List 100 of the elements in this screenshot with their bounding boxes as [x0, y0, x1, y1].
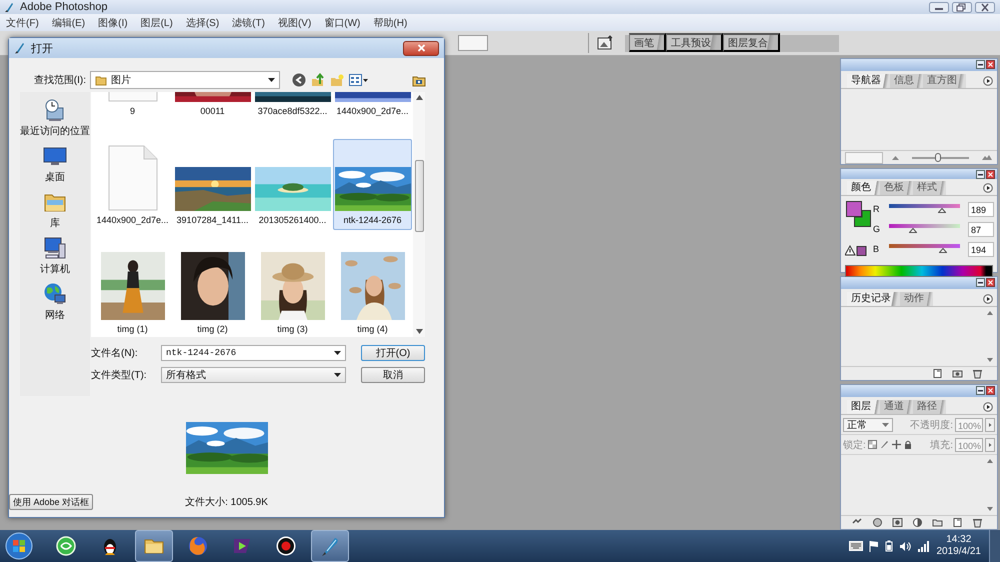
close-button[interactable] — [986, 278, 995, 287]
restore-button[interactable] — [952, 2, 972, 12]
scroll-up-icon[interactable] — [986, 310, 994, 316]
panel-tab[interactable]: 色板 — [880, 181, 913, 195]
place-item[interactable]: 最近访问的位置 — [20, 96, 90, 140]
file-item[interactable]: 00011 — [173, 92, 252, 121]
arrow-button[interactable] — [985, 418, 995, 432]
back-icon[interactable] — [292, 73, 306, 87]
file-list[interactable]: 9 00011 370ace8df5322... 1440x900_2d7e... 1440x900_2d7e... 39107284_1411... 201305261400... ntk-1244-2676 timg (1) timg (2) timg (3) timg (4) — [91, 92, 425, 337]
panel-tab[interactable]: 直方图 — [923, 74, 966, 88]
value-field[interactable]: 194 — [968, 242, 994, 256]
panel-tab[interactable]: 样式 — [913, 181, 946, 195]
zoom-in-icon[interactable] — [981, 154, 993, 161]
scroll-down-icon[interactable] — [416, 329, 422, 334]
clock-date[interactable]: 2019/4/21 — [936, 546, 981, 558]
menu-item[interactable]: 编辑(E) — [50, 14, 86, 30]
panel-tab[interactable]: 动作 — [900, 292, 933, 306]
zoom-out-icon[interactable] — [890, 154, 900, 160]
file-type-dropdown[interactable]: 所有格式 — [161, 367, 346, 383]
keyboard-icon[interactable] — [848, 541, 862, 551]
close-button[interactable] — [975, 2, 995, 12]
open-button[interactable]: 打开(O) — [361, 345, 425, 361]
file-item[interactable]: timg (2) — [173, 248, 252, 337]
palette-tab[interactable]: 工具预设 — [666, 32, 723, 52]
panel-tab[interactable]: 信息 — [890, 74, 923, 88]
cancel-button[interactable]: 取消 — [361, 367, 425, 383]
lock-icon[interactable] — [904, 440, 912, 449]
trash-icon[interactable] — [972, 517, 983, 528]
input-field[interactable] — [458, 35, 488, 51]
scroll-down-icon[interactable] — [986, 506, 994, 512]
up-folder-icon[interactable] — [311, 73, 325, 87]
scroll-down-icon[interactable] — [986, 357, 994, 363]
minimize-button[interactable] — [976, 386, 985, 395]
panel-menu-button[interactable] — [983, 76, 993, 86]
camera-icon[interactable] — [952, 368, 963, 379]
menu-item[interactable]: 滤镜(T) — [231, 14, 266, 30]
panel-tab[interactable]: 导航器 — [847, 74, 890, 88]
minimize-button[interactable] — [929, 2, 949, 12]
close-button[interactable] — [403, 40, 439, 56]
folder-icon[interactable] — [932, 517, 943, 528]
panel-tab[interactable]: 颜色 — [847, 181, 880, 195]
minimize-button[interactable] — [976, 170, 985, 179]
move-icon[interactable] — [892, 440, 901, 449]
mask-icon[interactable] — [892, 517, 903, 528]
menu-item[interactable]: 帮助(H) — [372, 14, 408, 30]
signal-icon[interactable] — [916, 540, 928, 552]
scroll-up-icon[interactable] — [416, 95, 422, 100]
value-field[interactable]: 87 — [968, 222, 994, 236]
file-item[interactable]: timg (4) — [333, 248, 412, 337]
file-name-field[interactable]: ntk-1244-2676 — [161, 345, 346, 361]
menu-item[interactable]: 窗口(W) — [323, 14, 362, 30]
palette-tab[interactable]: 图层复合 — [723, 32, 780, 52]
file-item[interactable]: 9 — [93, 92, 172, 121]
palette-tab[interactable]: 画笔 — [629, 32, 666, 52]
file-item[interactable]: 1440x900_2d7e... — [333, 92, 412, 121]
panel-menu-button[interactable] — [983, 402, 993, 412]
adjustment-icon[interactable] — [912, 517, 923, 528]
file-item[interactable]: timg (1) — [93, 248, 172, 337]
location-dropdown[interactable]: 图片 — [90, 71, 280, 89]
slider-thumb[interactable] — [934, 152, 941, 162]
brush-icon[interactable] — [880, 440, 889, 449]
value-field[interactable]: 189 — [968, 202, 994, 216]
menu-item[interactable]: 视图(V) — [276, 14, 312, 30]
arrow-button[interactable] — [985, 438, 995, 452]
clock-time[interactable]: 14:32 — [946, 534, 972, 546]
battery-icon[interactable] — [884, 540, 892, 552]
file-item[interactable]: 1440x900_2d7e... — [93, 139, 172, 230]
place-item[interactable]: 库 — [20, 188, 90, 232]
file-item[interactable]: 370ace8df5322... — [253, 92, 332, 121]
file-item[interactable]: 201305261400... — [253, 139, 332, 230]
effects-icon[interactable] — [872, 517, 883, 528]
foreground-swatch[interactable] — [846, 201, 862, 217]
panel-tab[interactable]: 历史记录 — [847, 292, 900, 306]
color-spectrum[interactable] — [845, 265, 993, 277]
menu-item[interactable]: 图像(I) — [97, 14, 129, 30]
menu-item[interactable]: 选择(S) — [184, 14, 220, 30]
view-menu-icon[interactable] — [349, 74, 369, 86]
file-item[interactable]: ntk-1244-2676 — [333, 139, 412, 230]
panel-menu-button[interactable] — [983, 294, 993, 304]
minimize-button[interactable] — [976, 278, 985, 287]
scroll-up-icon[interactable] — [986, 458, 994, 464]
image-browser-icon[interactable] — [597, 35, 615, 51]
file-item[interactable]: timg (3) — [253, 248, 332, 337]
trash-icon[interactable] — [972, 368, 983, 379]
checkerboard-icon[interactable] — [868, 440, 877, 449]
volume-icon[interactable] — [898, 540, 910, 552]
folder-icon[interactable] — [412, 74, 426, 86]
menu-item[interactable]: 图层(L) — [140, 14, 174, 30]
close-button[interactable] — [986, 60, 995, 69]
close-button[interactable] — [986, 170, 995, 179]
close-button[interactable] — [986, 386, 995, 395]
place-item[interactable]: 网络 — [20, 280, 90, 324]
scrollbar-thumb[interactable] — [414, 160, 424, 232]
gamut-warning-icon[interactable] — [845, 245, 867, 256]
adobe-dialog-button[interactable]: 使用 Adobe 对话框 — [9, 494, 94, 510]
minimize-button[interactable] — [976, 60, 985, 69]
menu-item[interactable]: 文件(F) — [5, 14, 40, 30]
zoom-field[interactable] — [845, 152, 883, 164]
flag-icon[interactable] — [868, 540, 878, 552]
place-item[interactable]: 计算机 — [20, 234, 90, 278]
